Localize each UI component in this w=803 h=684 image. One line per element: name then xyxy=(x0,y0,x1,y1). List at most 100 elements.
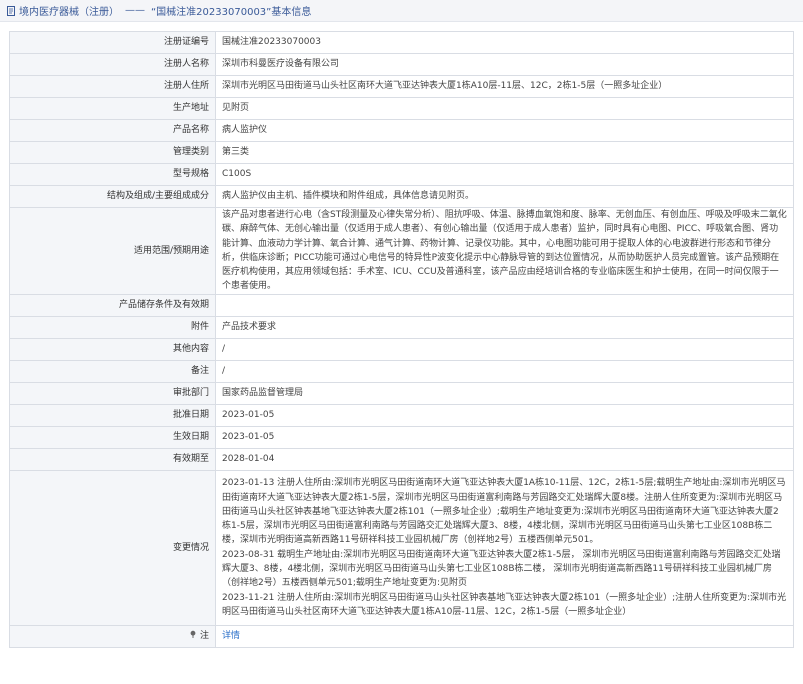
row-label: 其他内容 xyxy=(9,337,216,361)
row-label-text: 产品储存条件及有效期 xyxy=(118,300,209,311)
row-value xyxy=(215,293,794,317)
row-value-text: 国家药品监督管理局 xyxy=(222,388,304,399)
table-row: 其他内容 / xyxy=(9,337,794,361)
table-row: 注册人名称 深圳市科曼医疗设备有限公司 xyxy=(9,53,794,76)
pin-icon xyxy=(190,630,196,639)
row-label-text: 有效期至 xyxy=(172,454,209,465)
row-label-text: 附件 xyxy=(190,322,209,333)
table-row: 型号规格 C100S xyxy=(9,163,794,186)
info-table: 注册证编号 国械注准20233070003 注册人名称 深圳市科曼医疗设备有限公司 注册… xyxy=(9,31,794,648)
table-row: 批准日期 2023-01-05 xyxy=(9,403,794,427)
row-label: 注 xyxy=(9,624,216,648)
row-value-text: 产品技术要求 xyxy=(222,322,277,333)
row-label-text: 备注 xyxy=(190,366,209,377)
table-row: 管理类别 第三类 xyxy=(9,141,794,164)
row-value: 深圳市科曼医疗设备有限公司 xyxy=(215,53,794,76)
row-value-text: 病人监护仪由主机、插件模块和附件组成，具体信息请见附页。 xyxy=(222,191,475,202)
table-row: 附件 产品技术要求 xyxy=(9,315,794,339)
row-label: 审批部门 xyxy=(9,381,216,405)
row-label-text: 型号规格 xyxy=(172,169,209,180)
page-header: 境内医疗器械（注册） —— “国械注准20233070003”基本信息 xyxy=(0,0,803,22)
table-row: 产品储存条件及有效期 xyxy=(9,293,794,317)
row-label-text: 注册证编号 xyxy=(163,37,209,48)
table-row: 生产地址 见附页 xyxy=(9,97,794,120)
row-label-text: 适用范围/预期用途 xyxy=(133,245,209,256)
table-row: 结构及组成/主要组成成分 病人监护仪由主机、插件模块和附件组成，具体信息请见附页。 xyxy=(9,185,794,208)
row-value: 病人监护仪由主机、插件模块和附件组成，具体信息请见附页。 xyxy=(215,185,794,208)
row-label: 产品名称 xyxy=(9,119,216,142)
row-value: C100S xyxy=(215,163,794,186)
row-value-text: 深圳市光明区马田街道马山头社区南环大道飞亚达钟表大厦1栋A10层-11层、12C… xyxy=(222,81,668,92)
row-value: 国械注准20233070003 xyxy=(215,31,794,54)
document-icon xyxy=(7,5,15,16)
row-value: 产品技术要求 xyxy=(215,315,794,339)
row-label: 管理类别 xyxy=(9,141,216,164)
row-value-text: 深圳市科曼医疗设备有限公司 xyxy=(222,59,340,70)
table-row: 审批部门 国家药品监督管理局 xyxy=(9,381,794,405)
row-value: 病人监护仪 xyxy=(215,119,794,142)
table-row: 生效日期 2023-01-05 xyxy=(9,425,794,449)
row-label-text: 批准日期 xyxy=(172,410,209,421)
table-row: 变更情况 2023-01-13 注册人住所由:深圳市光明区马田街道南环大道飞亚达钟… xyxy=(9,469,794,626)
row-value-text: 病人监护仪 xyxy=(222,125,268,136)
row-value: 第三类 xyxy=(215,141,794,164)
row-value: 国家药品监督管理局 xyxy=(215,381,794,405)
row-value: 2028-01-04 xyxy=(215,447,794,471)
row-label: 注册人住所 xyxy=(9,75,216,98)
row-label-text: 结构及组成/主要组成成分 xyxy=(106,191,209,202)
row-label-text: 变更情况 xyxy=(172,542,209,553)
row-value: 2023-01-13 注册人住所由:深圳市光明区马田街道南环大道飞亚达钟表大厦1… xyxy=(215,469,794,626)
table-row: 注 详情 xyxy=(9,624,794,648)
row-label-text: 注 xyxy=(199,631,209,642)
row-value-text: C100S xyxy=(222,169,252,180)
row-label: 结构及组成/主要组成成分 xyxy=(9,185,216,208)
row-value-text: 2023-01-05 xyxy=(222,432,275,443)
row-label: 生效日期 xyxy=(9,425,216,449)
table-row: 有效期至 2028-01-04 xyxy=(9,447,794,471)
table-row: 产品名称 病人监护仪 xyxy=(9,119,794,142)
row-label-text: 其他内容 xyxy=(172,344,209,355)
row-label: 生产地址 xyxy=(9,97,216,120)
row-value: 2023-01-05 xyxy=(215,403,794,427)
row-label: 备注 xyxy=(9,359,216,383)
row-value: / xyxy=(215,359,794,383)
row-value-text: / xyxy=(222,344,226,355)
row-value-text: 2023-01-13 注册人住所由:深圳市光明区马田街道南环大道飞亚达钟表大厦1… xyxy=(222,478,787,617)
table-row: 注册人住所 深圳市光明区马田街道马山头社区南环大道飞亚达钟表大厦1栋A10层-11… xyxy=(9,75,794,98)
row-value: 深圳市光明区马田街道马山头社区南环大道飞亚达钟表大厦1栋A10层-11层、12C… xyxy=(215,75,794,98)
row-label-text: 注册人名称 xyxy=(163,59,209,70)
row-label: 型号规格 xyxy=(9,163,216,186)
table-row: 备注 / xyxy=(9,359,794,383)
row-label-text: 生效日期 xyxy=(172,432,209,443)
table-row: 适用范围/预期用途 该产品对患者进行心电（含ST段测量及心律失常分析）、阻抗呼吸、… xyxy=(9,207,794,295)
header-dash: —— xyxy=(125,5,145,16)
row-value: 详情 xyxy=(215,624,794,648)
row-label: 适用范围/预期用途 xyxy=(9,207,216,295)
row-value-text: / xyxy=(222,366,226,377)
row-value-text: 第三类 xyxy=(222,147,250,158)
row-value: 2023-01-05 xyxy=(215,425,794,449)
header-title: “国械注准20233070003”基本信息 xyxy=(151,7,312,18)
row-value-text: 见附页 xyxy=(222,103,250,114)
row-label: 附件 xyxy=(9,315,216,339)
row-value: 见附页 xyxy=(215,97,794,120)
row-label-text: 生产地址 xyxy=(172,103,209,114)
row-label: 注册证编号 xyxy=(9,31,216,54)
row-label: 变更情况 xyxy=(9,469,216,626)
row-label-text: 产品名称 xyxy=(172,125,209,136)
row-value-text: 该产品对患者进行心电（含ST段测量及心律失常分析）、阻抗呼吸、体温、脉搏血氧饱和… xyxy=(222,210,787,292)
table-row: 注册证编号 国械注准20233070003 xyxy=(9,31,794,54)
details-link[interactable]: 详情 xyxy=(222,631,240,641)
row-value-text: 国械注准20233070003 xyxy=(222,37,321,48)
row-value-text: 2023-01-05 xyxy=(222,410,275,421)
row-value-text: 2028-01-04 xyxy=(222,454,275,465)
row-value: 该产品对患者进行心电（含ST段测量及心律失常分析）、阻抗呼吸、体温、脉搏血氧饱和… xyxy=(215,207,794,295)
row-label: 注册人名称 xyxy=(9,53,216,76)
row-label-text: 管理类别 xyxy=(172,147,209,158)
row-label: 有效期至 xyxy=(9,447,216,471)
row-label: 产品储存条件及有效期 xyxy=(9,293,216,317)
row-label-text: 注册人住所 xyxy=(163,81,209,92)
row-label-text: 审批部门 xyxy=(172,388,209,399)
header-category: 境内医疗器械（注册） xyxy=(19,7,119,18)
row-label: 批准日期 xyxy=(9,403,216,427)
